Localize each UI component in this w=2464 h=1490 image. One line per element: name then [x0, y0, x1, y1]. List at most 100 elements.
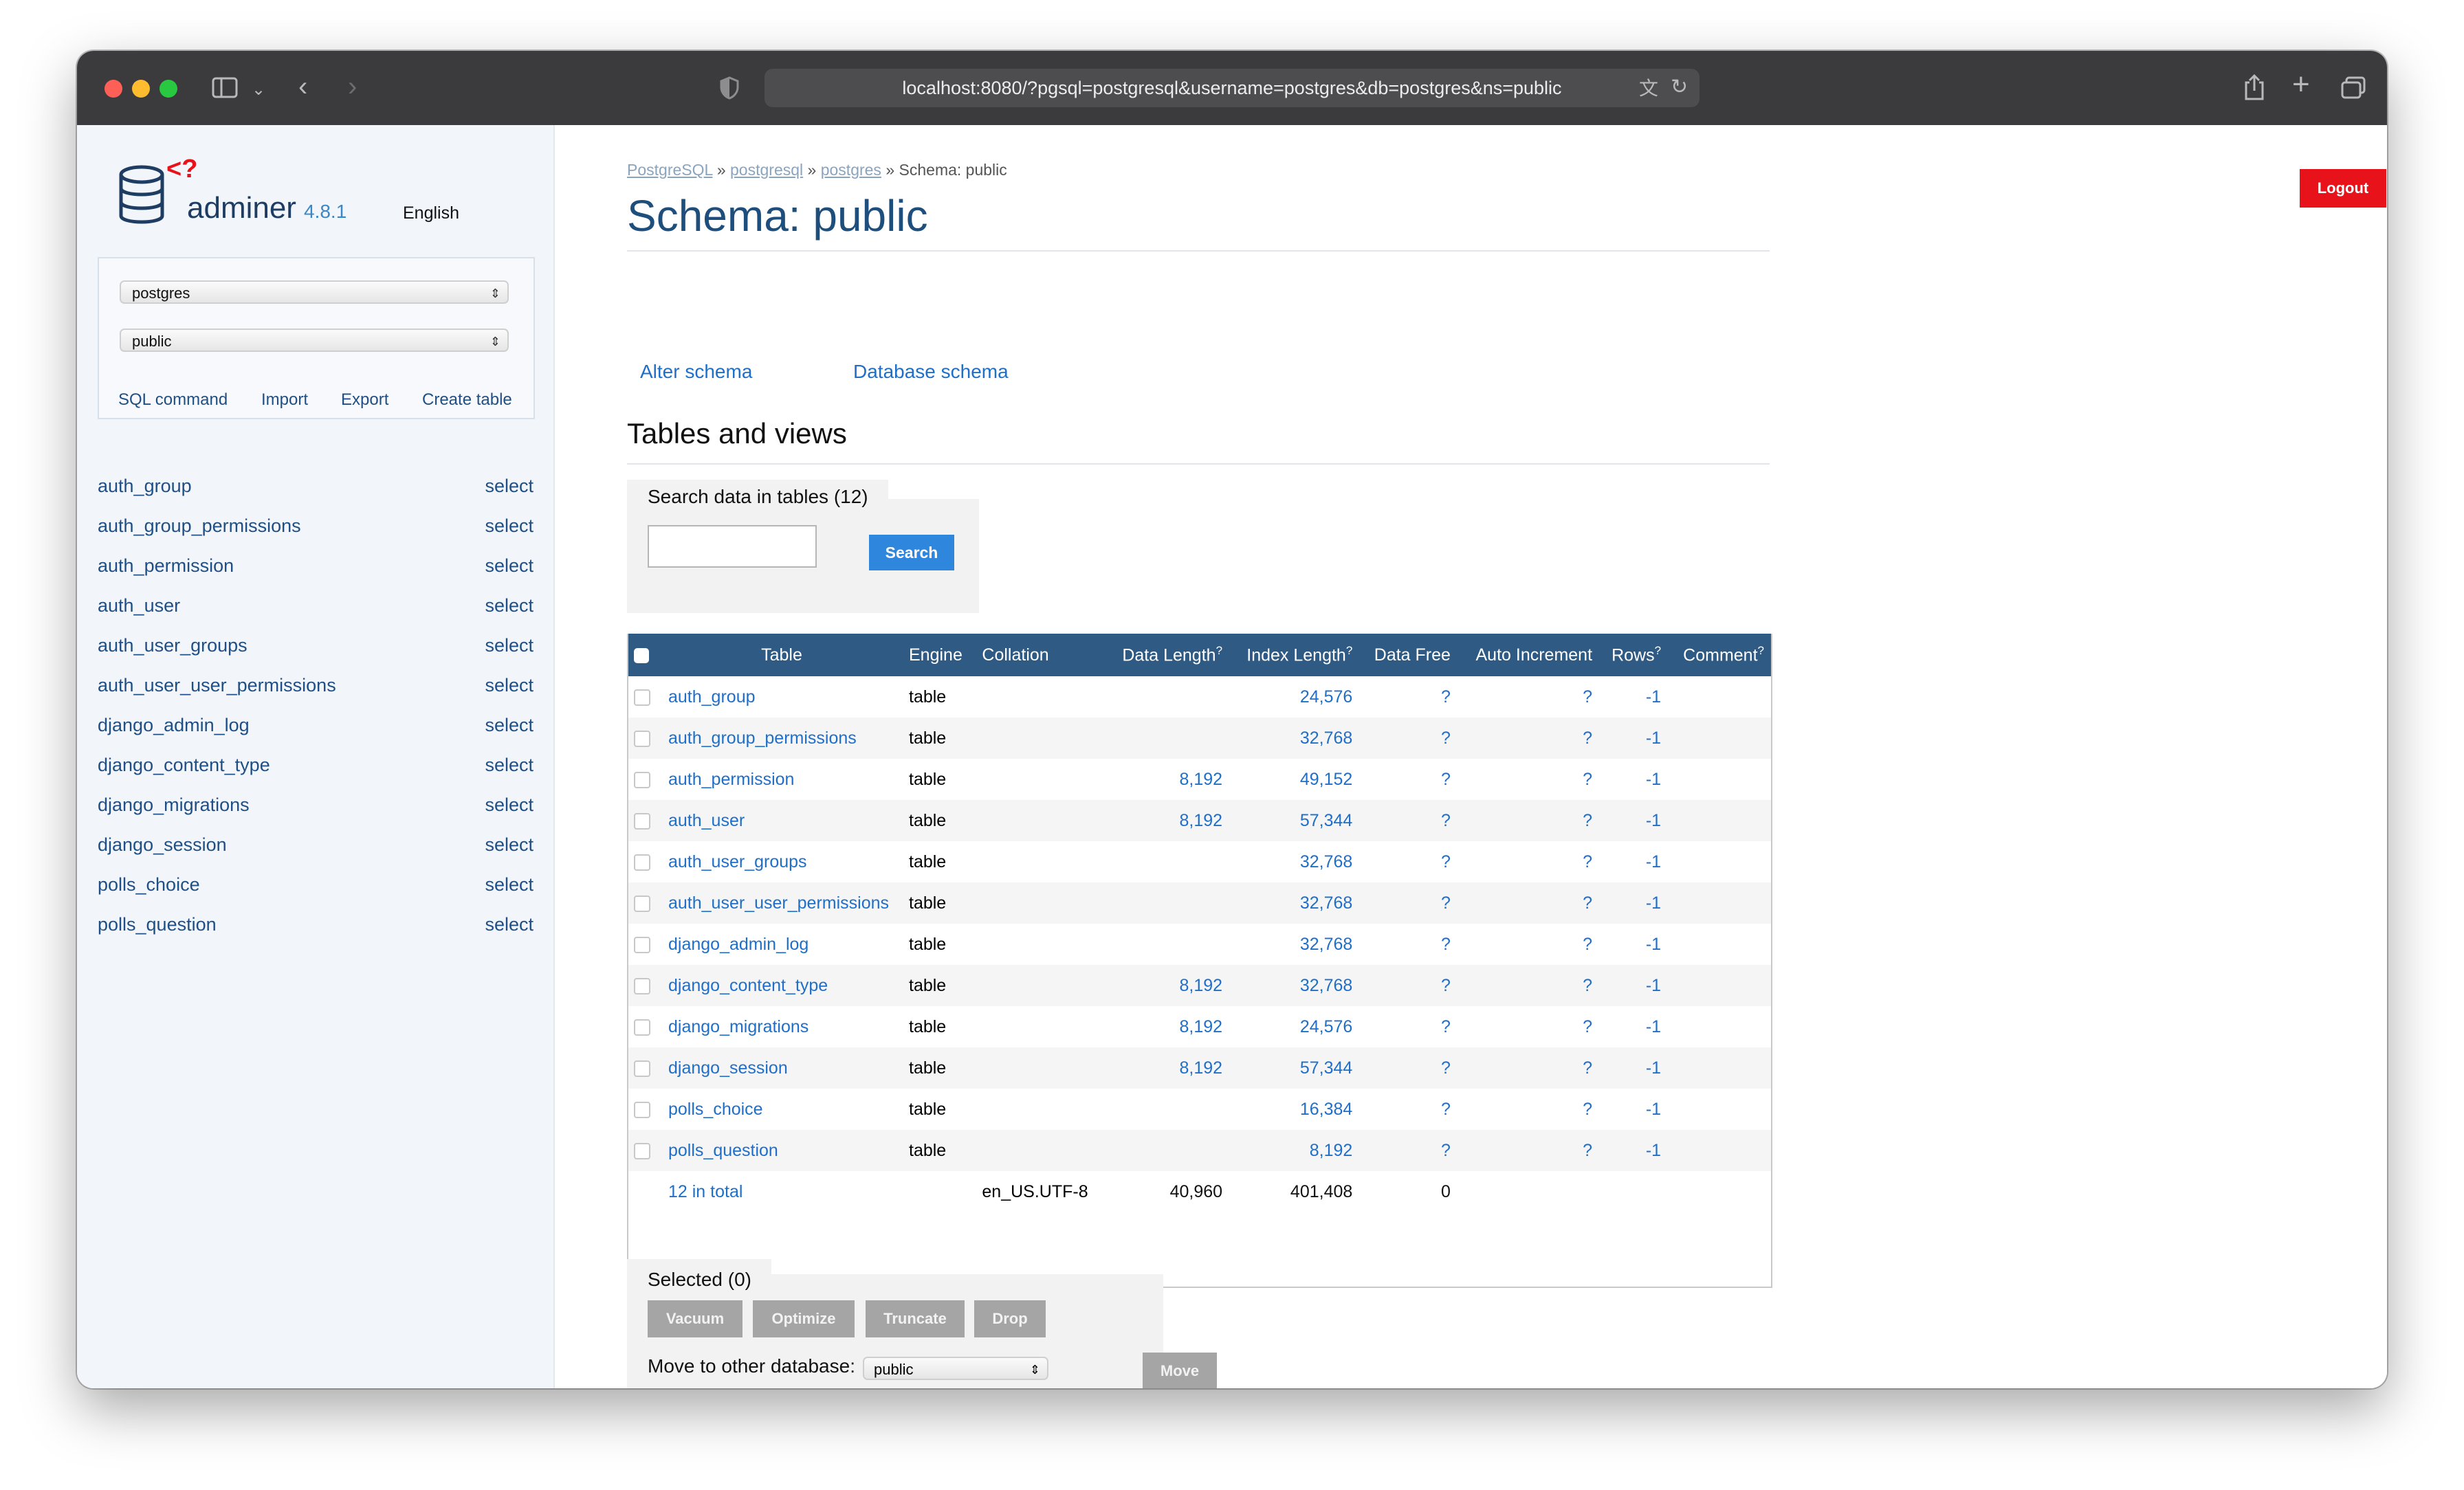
breadcrumb-database-link[interactable]: postgres [821, 161, 881, 179]
data-length-link[interactable] [1106, 924, 1229, 965]
index-length-link[interactable]: 32,768 [1229, 965, 1359, 1006]
column-header-data-length[interactable]: Data Length? [1106, 634, 1229, 676]
minimize-window-button[interactable] [132, 80, 150, 98]
sidebar-table-link[interactable]: auth_user_user_permissions [98, 675, 336, 696]
table-name-link[interactable]: auth_group_permissions [661, 718, 902, 759]
sidebar-table-link[interactable]: auth_user_groups [98, 635, 248, 656]
table-name-link[interactable]: auth_user_user_permissions [661, 882, 902, 924]
sidebar-table-link[interactable]: auth_user [98, 595, 180, 616]
sidebar-select-link[interactable]: select [485, 476, 534, 497]
help-icon[interactable]: ? [1346, 644, 1352, 657]
sidebar-select-link[interactable]: select [485, 755, 534, 776]
rows-link[interactable]: -1 [1599, 1047, 1668, 1089]
sidebar-select-link[interactable]: select [485, 794, 534, 816]
table-name-link[interactable]: auth_user [661, 800, 902, 841]
row-checkbox[interactable] [634, 1019, 650, 1036]
privacy-shield-icon[interactable] [719, 76, 740, 104]
share-icon[interactable] [2243, 73, 2266, 106]
row-checkbox[interactable] [634, 771, 650, 788]
data-free-link[interactable]: ? [1359, 676, 1458, 718]
forward-icon[interactable]: › [348, 73, 357, 100]
rows-link[interactable]: -1 [1599, 1130, 1668, 1171]
sidebar-select-link[interactable]: select [485, 675, 534, 696]
data-free-link[interactable]: ? [1359, 718, 1458, 759]
sidebar-table-link[interactable]: polls_question [98, 914, 217, 935]
data-length-link[interactable] [1106, 1130, 1229, 1171]
data-free-link[interactable]: ? [1359, 800, 1458, 841]
sidebar-table-link[interactable]: django_migrations [98, 794, 250, 816]
index-length-link[interactable]: 32,768 [1229, 841, 1359, 882]
auto-increment-link[interactable]: ? [1458, 965, 1599, 1006]
optimize-button[interactable]: Optimize [753, 1300, 855, 1337]
table-name-link[interactable]: django_admin_log [661, 924, 902, 965]
chevron-down-icon[interactable]: ⌄ [252, 78, 265, 102]
auto-increment-link[interactable]: ? [1458, 759, 1599, 800]
create-table-link[interactable]: Create table [422, 390, 512, 410]
app-version[interactable]: 4.8.1 [304, 201, 346, 223]
index-length-link[interactable]: 16,384 [1229, 1089, 1359, 1130]
sidebar-table-link[interactable]: django_content_type [98, 755, 270, 776]
index-length-link[interactable]: 32,768 [1229, 718, 1359, 759]
vacuum-button[interactable]: Vacuum [648, 1300, 742, 1337]
data-free-link[interactable]: ? [1359, 965, 1458, 1006]
auto-increment-link[interactable]: ? [1458, 718, 1599, 759]
index-length-link[interactable]: 8,192 [1229, 1130, 1359, 1171]
rows-link[interactable]: -1 [1599, 1089, 1668, 1130]
sidebar-select-link[interactable]: select [485, 555, 534, 577]
rows-link[interactable]: -1 [1599, 1006, 1668, 1047]
data-length-link[interactable]: 8,192 [1106, 759, 1229, 800]
data-length-link[interactable] [1106, 841, 1229, 882]
column-header-table[interactable]: Table [661, 634, 902, 676]
column-header-rows[interactable]: Rows? [1599, 634, 1668, 676]
row-checkbox[interactable] [634, 730, 650, 747]
index-length-link[interactable]: 24,576 [1229, 1006, 1359, 1047]
search-input[interactable] [648, 525, 817, 568]
row-checkbox[interactable] [634, 854, 650, 871]
address-bar[interactable]: localhost:8080/?pgsql=postgresql&usernam… [764, 69, 1700, 107]
data-length-link[interactable] [1106, 882, 1229, 924]
drop-button[interactable]: Drop [974, 1300, 1046, 1337]
import-link[interactable]: Import [261, 390, 308, 410]
data-length-link[interactable] [1106, 1089, 1229, 1130]
data-length-link[interactable] [1106, 718, 1229, 759]
row-checkbox[interactable] [634, 895, 650, 912]
table-name-link[interactable]: polls_choice [661, 1089, 902, 1130]
sidebar-table-link[interactable]: polls_choice [98, 874, 200, 896]
index-length-link[interactable]: 49,152 [1229, 759, 1359, 800]
column-header-collation[interactable]: Collation [975, 634, 1105, 676]
export-link[interactable]: Export [341, 390, 388, 410]
data-length-link[interactable]: 8,192 [1106, 965, 1229, 1006]
sidebar-table-link[interactable]: auth_group_permissions [98, 515, 301, 537]
index-length-link[interactable]: 32,768 [1229, 924, 1359, 965]
sidebar-select-link[interactable]: select [485, 834, 534, 856]
sidebar-table-link[interactable]: auth_group [98, 476, 192, 497]
table-name-link[interactable]: auth_group [661, 676, 902, 718]
breadcrumb-driver-link[interactable]: PostgreSQL [627, 161, 712, 179]
data-free-link[interactable]: ? [1359, 1089, 1458, 1130]
data-length-link[interactable]: 8,192 [1106, 1047, 1229, 1089]
data-free-link[interactable]: ? [1359, 759, 1458, 800]
app-name[interactable]: adminer [187, 191, 296, 225]
select-all-checkbox[interactable] [634, 647, 649, 663]
rows-link[interactable]: -1 [1599, 800, 1668, 841]
help-icon[interactable]: ? [1216, 644, 1222, 657]
rows-link[interactable]: -1 [1599, 965, 1668, 1006]
database-schema-link[interactable]: Database schema [853, 361, 1009, 383]
tab-overview-icon[interactable] [2340, 76, 2366, 104]
index-length-link[interactable]: 57,344 [1229, 1047, 1359, 1089]
data-free-link[interactable]: ? [1359, 1006, 1458, 1047]
data-free-link[interactable]: ? [1359, 924, 1458, 965]
rows-link[interactable]: -1 [1599, 676, 1668, 718]
rows-link[interactable]: -1 [1599, 924, 1668, 965]
rows-link[interactable]: -1 [1599, 759, 1668, 800]
sidebar-select-link[interactable]: select [485, 595, 534, 616]
data-free-link[interactable]: ? [1359, 882, 1458, 924]
row-checkbox[interactable] [634, 977, 650, 994]
new-tab-icon[interactable]: + [2292, 69, 2310, 100]
row-checkbox[interactable] [634, 1060, 650, 1077]
row-checkbox[interactable] [634, 1101, 650, 1118]
breadcrumb-server-link[interactable]: postgresql [730, 161, 803, 179]
schema-select[interactable]: public ⇕ [120, 329, 509, 352]
auto-increment-link[interactable]: ? [1458, 882, 1599, 924]
sidebar-select-link[interactable]: select [485, 715, 534, 736]
